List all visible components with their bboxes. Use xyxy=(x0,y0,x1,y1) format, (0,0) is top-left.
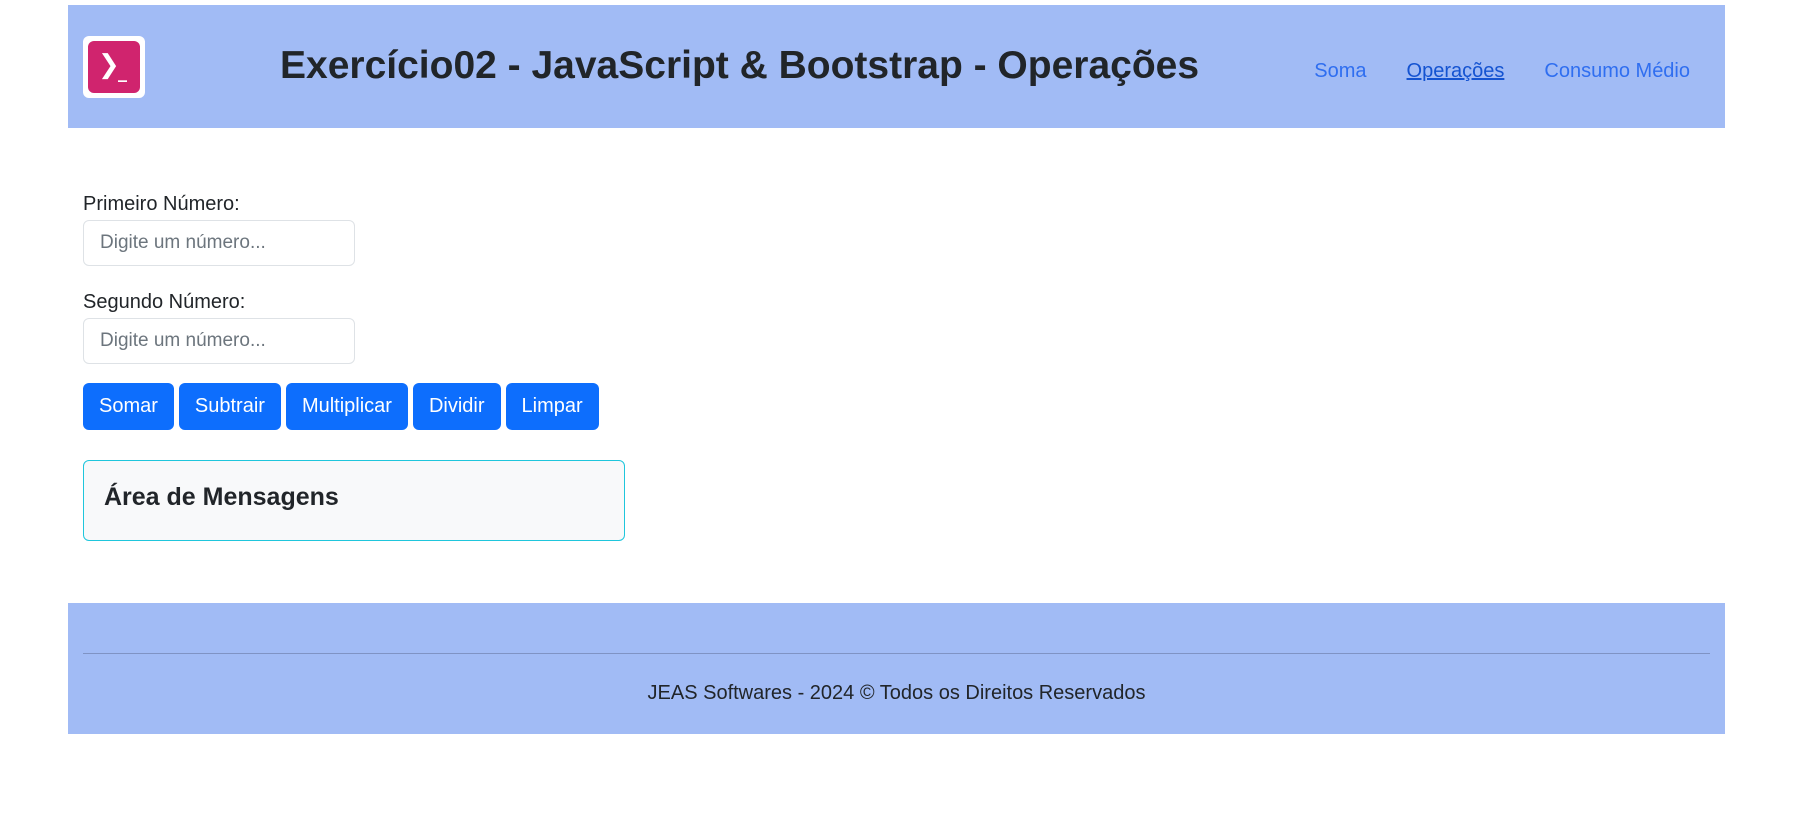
footer-copyright: JEAS Softwares - 2024 © Todos os Direito… xyxy=(647,682,1146,704)
subtract-button[interactable]: Subtrair xyxy=(178,383,281,430)
message-area-title: Área de Mensagens xyxy=(104,483,339,511)
operation-buttons: Somar Subtrair Multiplicar Dividir Limpa… xyxy=(83,383,599,430)
multiply-button[interactable]: Multiplicar xyxy=(285,383,408,430)
nav-link-soma[interactable]: Soma xyxy=(1314,57,1366,85)
logo[interactable]: ❯ _ xyxy=(83,36,145,98)
first-number-label: Primeiro Número: xyxy=(83,193,240,215)
site-footer: JEAS Softwares - 2024 © Todos os Direito… xyxy=(68,603,1725,734)
second-number-input[interactable] xyxy=(83,318,355,364)
nav-link-consumo-medio[interactable]: Consumo Médio xyxy=(1544,57,1690,85)
site-header: ❯ _ Exercício02 - JavaScript & Bootstrap… xyxy=(68,5,1725,128)
page: ❯ _ Exercício02 - JavaScript & Bootstrap… xyxy=(0,0,1793,834)
footer-divider xyxy=(83,653,1710,654)
logo-chevron: ❯ xyxy=(98,50,120,80)
add-button[interactable]: Somar xyxy=(83,383,174,430)
main-nav: Soma Operações Consumo Médio xyxy=(1314,57,1690,85)
message-area: Área de Mensagens xyxy=(83,460,625,541)
terminal-prompt-icon: ❯ _ xyxy=(88,41,140,93)
second-number-label: Segundo Número: xyxy=(83,291,246,313)
logo-underscore: _ xyxy=(118,62,127,83)
divide-button[interactable]: Dividir xyxy=(412,383,501,430)
page-title: Exercício02 - JavaScript & Bootstrap - O… xyxy=(280,44,1200,87)
first-number-input[interactable] xyxy=(83,220,355,266)
clear-button[interactable]: Limpar xyxy=(505,383,599,430)
nav-link-operacoes[interactable]: Operações xyxy=(1407,57,1505,85)
operations-form: Primeiro Número: Segundo Número: xyxy=(83,190,355,386)
